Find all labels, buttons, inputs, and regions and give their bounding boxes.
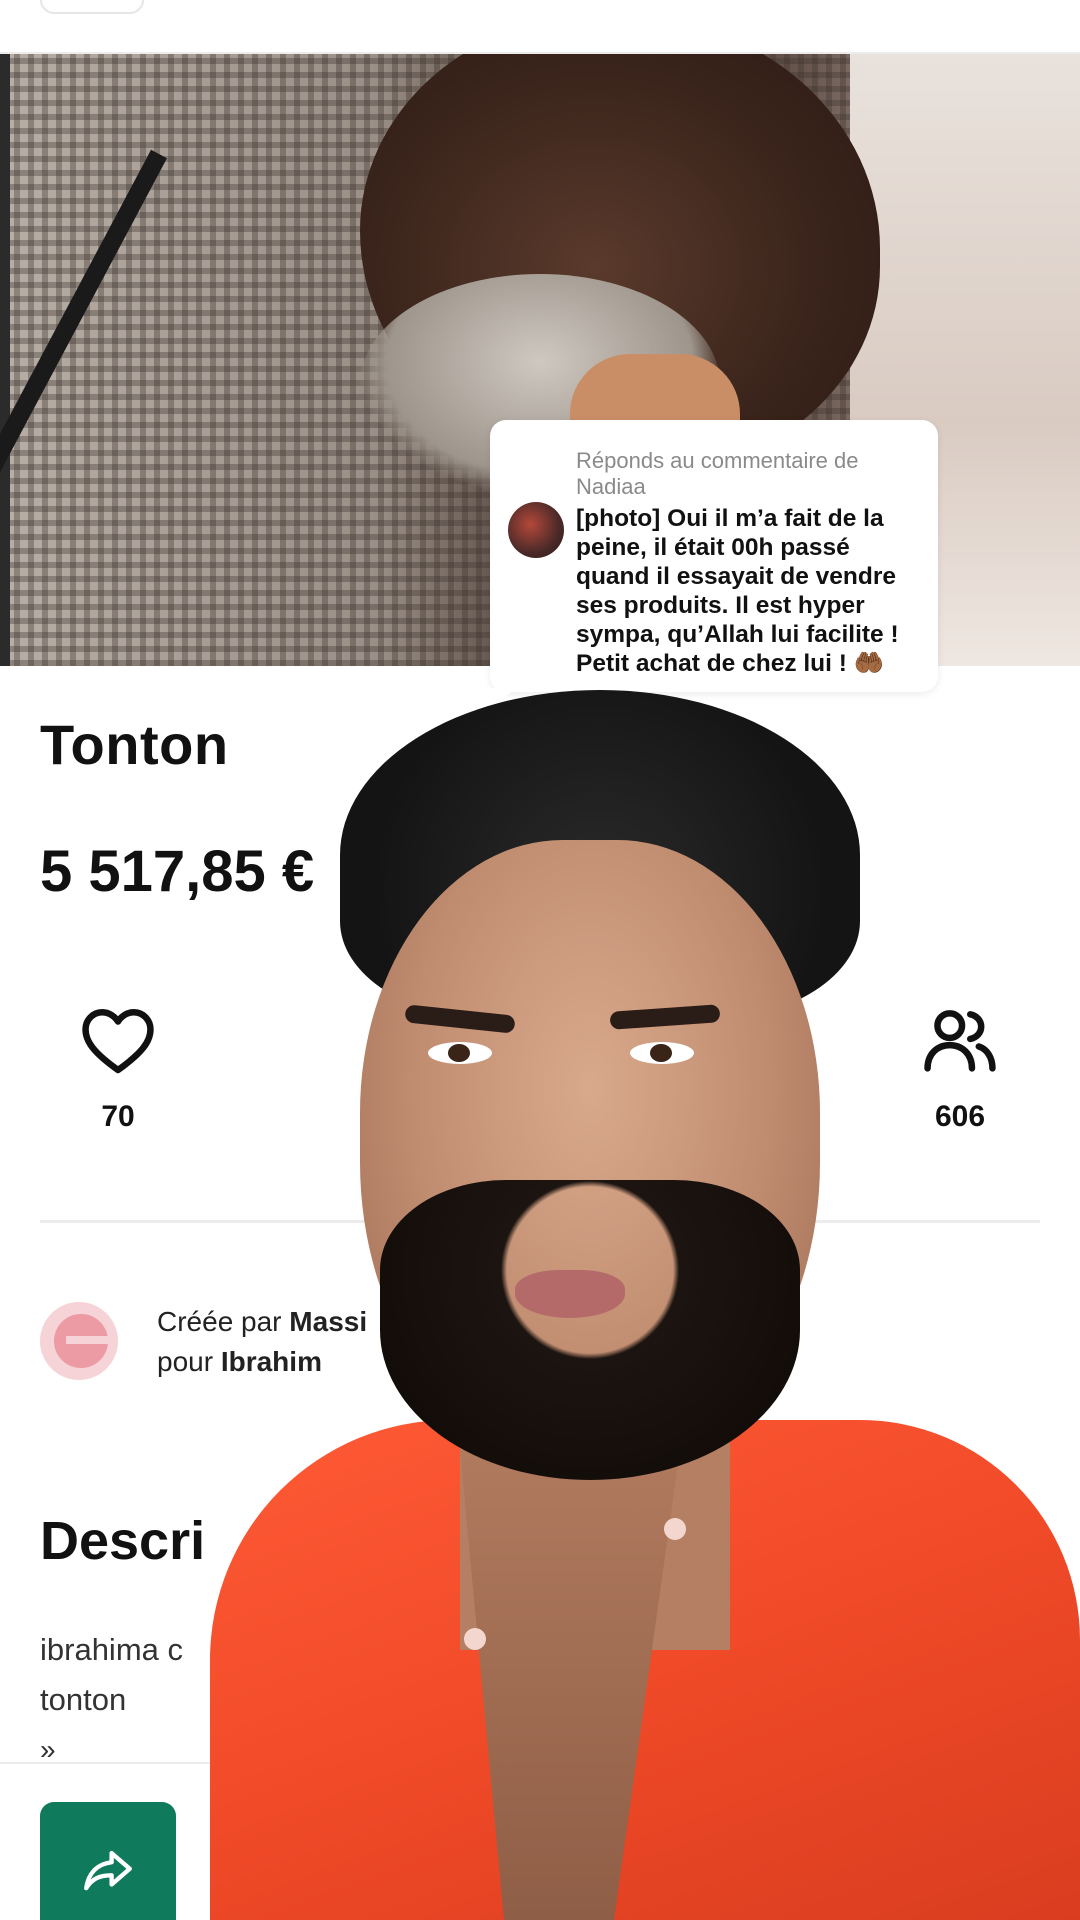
reply-header: Réponds au commentaire de Nadiaa <box>576 448 859 499</box>
heart-icon[interactable] <box>77 1000 159 1082</box>
shirt-button <box>464 1628 486 1650</box>
for-label: pour <box>157 1346 214 1377</box>
likes-count: 70 <box>101 1100 135 1133</box>
presenter-video-overlay <box>210 690 1080 1920</box>
top-back-button[interactable] <box>40 0 144 14</box>
share-button[interactable] <box>40 1802 176 1920</box>
commenter-avatar <box>508 502 564 558</box>
description-title: Descri <box>40 1511 206 1571</box>
share-arrow-icon <box>84 1850 132 1891</box>
reply-text: [photo] Oui il m’a fait de la peine, il … <box>576 505 899 677</box>
cover-edge <box>0 54 10 666</box>
cover-strap <box>0 149 167 653</box>
pot-title: Tonton <box>40 713 229 776</box>
shirt-button <box>664 1518 686 1540</box>
presenter-eye <box>630 1042 694 1064</box>
likes-stat[interactable]: 70 <box>68 1000 168 1134</box>
description-text: tonton <box>40 1682 127 1717</box>
presenter-eye <box>428 1042 492 1064</box>
organizer-logo-icon <box>40 1302 118 1380</box>
description-text: ibrahima c <box>40 1632 183 1667</box>
presenter-mouth <box>515 1270 625 1318</box>
reply-comment-sticker[interactable]: Réponds au commentaire de Nadiaa [photo]… <box>490 420 938 710</box>
presenter-beard <box>380 1180 800 1480</box>
